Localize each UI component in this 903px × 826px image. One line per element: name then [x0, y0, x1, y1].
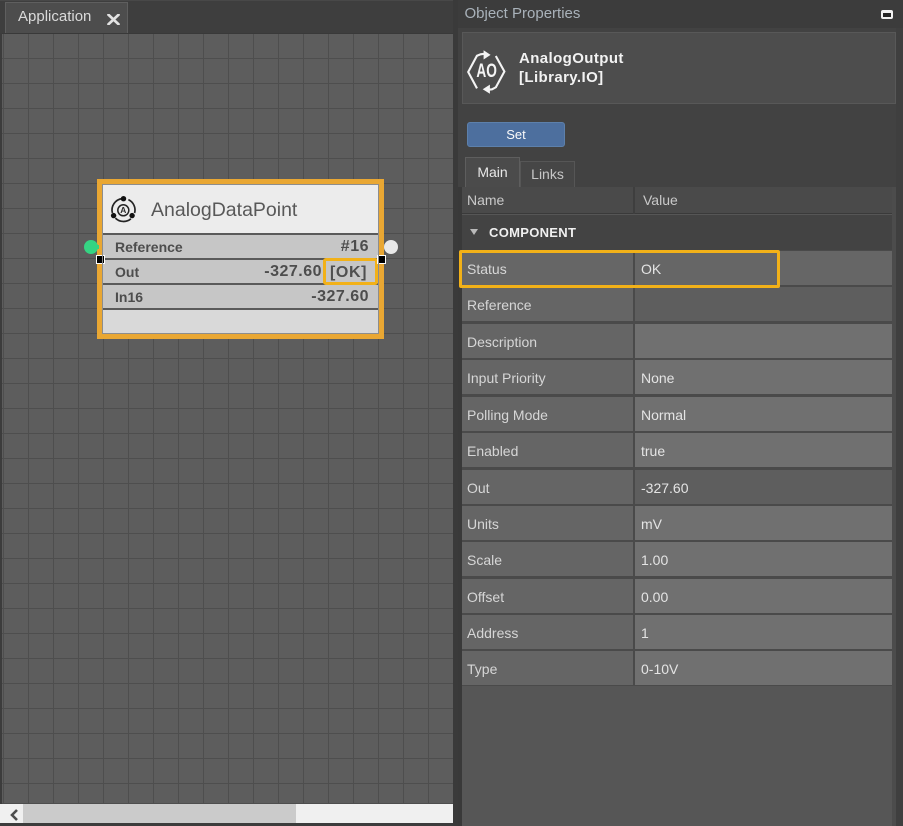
svg-text:AO: AO	[476, 60, 497, 82]
